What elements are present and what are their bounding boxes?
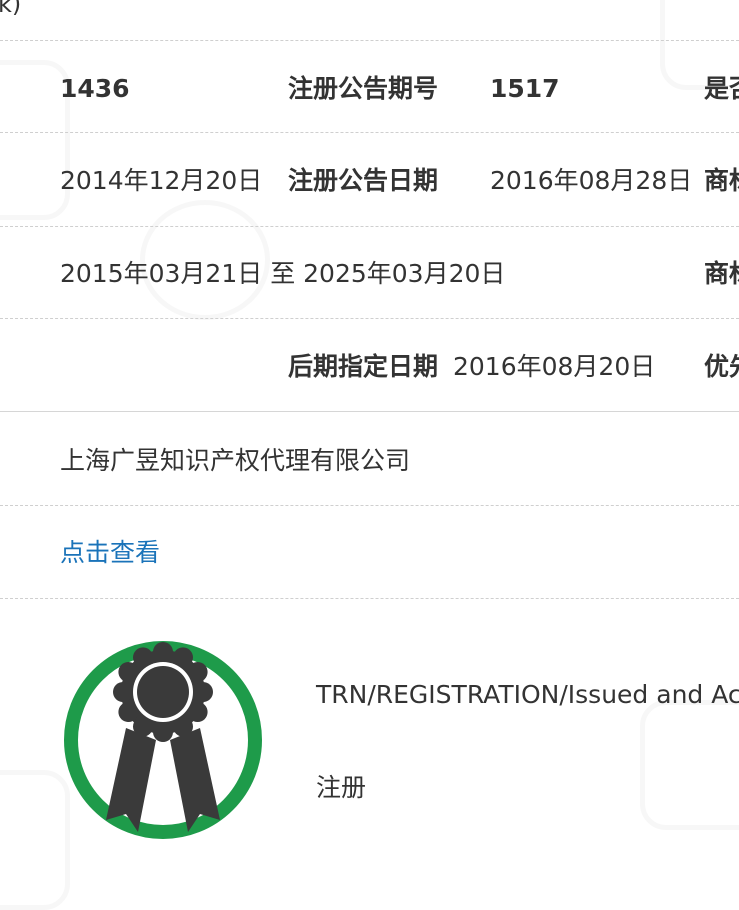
later-designation-date-label: 后期指定日期 (288, 352, 439, 381)
divider (0, 318, 739, 319)
application-number-value: 1436 (60, 74, 130, 103)
row1-right-label: 是否 (704, 74, 739, 103)
later-designation-date-value: 2016年08月20日 (453, 352, 656, 381)
view-details-link[interactable]: 点击查看 (60, 540, 160, 565)
reg-announcement-date-label: 注册公告日期 (288, 166, 439, 195)
divider (0, 226, 739, 227)
status-label: 注册 (316, 773, 367, 802)
reg-announcement-issue-value: 1517 (490, 74, 560, 103)
top-fragment-text: k) (0, 0, 22, 18)
agent-name: 上海广昱知识产权代理有限公司 (60, 446, 411, 475)
divider (0, 598, 739, 599)
first-trial-date-value: 2014年12月20日 (60, 166, 263, 195)
row3-right-label: 商标 (704, 259, 739, 288)
reg-announcement-issue-label: 注册公告期号 (288, 74, 439, 103)
divider (0, 40, 739, 41)
status-code: TRN/REGISTRATION/Issued and Act (316, 680, 739, 709)
row2-right-label: 商标 (704, 166, 739, 195)
reg-announcement-date-value: 2016年08月28日 (490, 166, 693, 195)
divider (0, 132, 739, 133)
section-divider (0, 411, 739, 412)
award-ribbon-icon (60, 610, 266, 880)
exclusive-right-period-value: 2015年03月21日 至 2025年03月20日 (60, 259, 506, 288)
row4-right-label: 优先 (704, 352, 739, 381)
divider (0, 505, 739, 506)
